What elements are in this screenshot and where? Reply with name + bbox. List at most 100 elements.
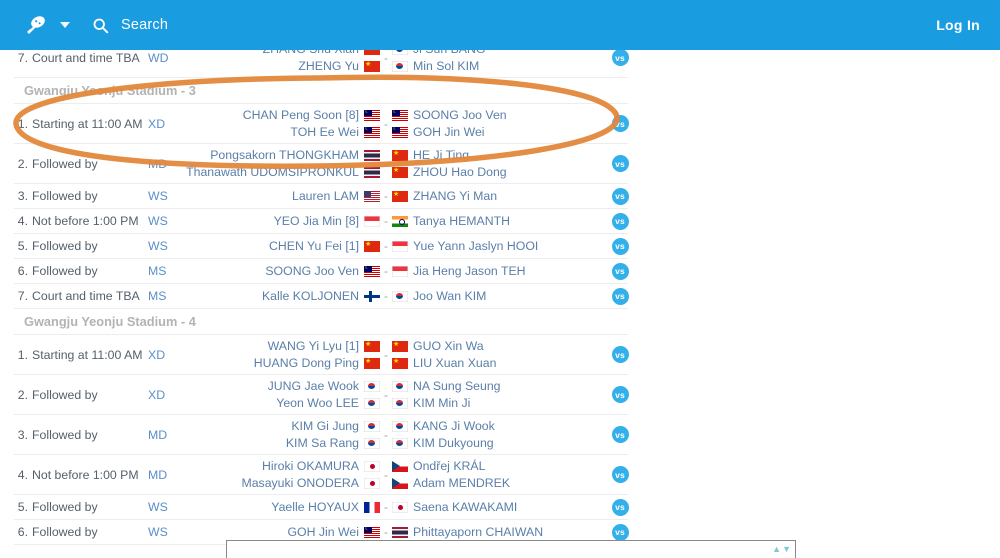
vs-badge-button[interactable]: vs: [611, 386, 629, 403]
match-row[interactable]: 7. Court and time TBA MS Kalle KOLJONEN - Joo…: [14, 284, 629, 309]
player-entry[interactable]: Lauren LAM: [292, 188, 380, 204]
player-entry[interactable]: KIM Min Ji: [392, 395, 470, 411]
match-row[interactable]: 5. Followed by WS Yaelle HOYAUX - Saena KAWAK…: [14, 495, 629, 520]
player-name[interactable]: Pongsakorn THONGKHAM: [210, 147, 359, 163]
player-entry[interactable]: HUANG Dong Ping: [254, 355, 380, 371]
match-row[interactable]: 2. Followed by XD JUNG Jae Wook Yeon Woo LEE…: [14, 375, 629, 415]
player-name[interactable]: Tanya HEMANTH: [413, 213, 510, 229]
match-discipline[interactable]: WS: [148, 525, 184, 539]
player-name[interactable]: Lauren LAM: [292, 188, 359, 204]
player-name[interactable]: LIU Xuan Xuan: [413, 355, 496, 371]
player-entry[interactable]: JUNG Jae Wook: [268, 378, 380, 394]
player-entry[interactable]: Thanawath UDOMSIPRONKUL: [186, 164, 380, 180]
player-entry[interactable]: Tanya HEMANTH: [392, 213, 510, 229]
player-name[interactable]: HUANG Dong Ping: [254, 355, 359, 371]
player-entry[interactable]: Ondřej KRÁL: [392, 458, 485, 474]
match-discipline[interactable]: XD: [148, 388, 184, 402]
vs-badge-button[interactable]: vs: [611, 262, 629, 280]
vs-badge-button[interactable]: vs: [611, 237, 629, 255]
match-discipline[interactable]: MD: [148, 157, 184, 171]
vs-badge-button[interactable]: vs: [611, 187, 629, 205]
match-row[interactable]: 2. Followed by MD Pongsakorn THONGKHAM Thana…: [14, 144, 629, 184]
match-row[interactable]: 4. Not before 1:00 PM WS YEO Jia Min [8] - Ta…: [14, 209, 629, 234]
match-discipline[interactable]: WD: [148, 51, 184, 65]
match-discipline[interactable]: MD: [148, 468, 184, 482]
player-name[interactable]: ZHANG Yi Man: [413, 188, 497, 204]
vs-badge-button[interactable]: vs: [611, 466, 629, 483]
vs-badge-button[interactable]: vs: [611, 155, 629, 172]
vs-badge-button[interactable]: vs: [611, 498, 629, 516]
player-name[interactable]: Yeon Woo LEE: [276, 395, 359, 411]
player-name[interactable]: KIM Sa Rang: [286, 435, 359, 451]
match-discipline[interactable]: WS: [148, 214, 184, 228]
player-entry[interactable]: Pongsakorn THONGKHAM: [210, 147, 380, 163]
player-name[interactable]: Min Sol KIM: [413, 58, 479, 74]
player-name[interactable]: KIM Dukyoung: [413, 435, 494, 451]
match-discipline[interactable]: MS: [148, 289, 184, 303]
player-entry[interactable]: Min Sol KIM: [392, 58, 479, 74]
player-entry[interactable]: Kalle KOLJONEN: [262, 288, 380, 304]
player-entry[interactable]: Phittayaporn CHAIWAN: [392, 524, 543, 540]
player-entry[interactable]: Adam MENDREK: [392, 475, 510, 491]
player-entry[interactable]: CHAN Peng Soon [8]: [243, 107, 380, 123]
match-discipline[interactable]: WS: [148, 189, 184, 203]
player-entry[interactable]: WANG Yi Lyu [1]: [268, 338, 380, 354]
player-name[interactable]: KANG Ji Wook: [413, 418, 495, 434]
player-entry[interactable]: ZHANG Yi Man: [392, 188, 497, 204]
search-icon[interactable]: [92, 17, 109, 34]
search-label[interactable]: Search: [121, 17, 168, 33]
match-row[interactable]: 1.Starting at 11:00 AMXDWANG Yi Lyu [1]H…: [14, 335, 629, 375]
shuttlecock-logo-icon[interactable]: [22, 12, 48, 38]
player-entry[interactable]: KANG Ji Wook: [392, 418, 495, 434]
player-name[interactable]: NA Sung Seung: [413, 378, 501, 394]
match-discipline[interactable]: WS: [148, 239, 184, 253]
vs-badge-button[interactable]: vs: [611, 115, 629, 132]
player-entry[interactable]: Hiroki OKAMURA: [262, 458, 380, 474]
vs-badge-button[interactable]: vs: [611, 49, 629, 66]
vs-badge-button[interactable]: vs: [611, 287, 629, 305]
player-entry[interactable]: KIM Dukyoung: [392, 435, 494, 451]
player-entry[interactable]: GOH Jin Wei: [392, 124, 485, 140]
vs-badge-button[interactable]: vs: [611, 426, 629, 443]
player-name[interactable]: CHEN Yu Fei [1]: [269, 238, 359, 254]
player-name[interactable]: KIM Gi Jung: [291, 418, 359, 434]
player-entry[interactable]: SOONG Joo Ven: [392, 107, 507, 123]
player-name[interactable]: SOONG Joo Ven: [265, 263, 359, 279]
player-entry[interactable]: HE Ji Ting: [392, 147, 469, 163]
player-name[interactable]: KIM Min Ji: [413, 395, 470, 411]
player-name[interactable]: Ondřej KRÁL: [413, 458, 485, 474]
player-name[interactable]: Jia Heng Jason TEH: [413, 263, 526, 279]
player-entry[interactable]: GOH Jin Wei: [287, 524, 380, 540]
player-entry[interactable]: SOONG Joo Ven: [265, 263, 380, 279]
match-row[interactable]: 4. Not before 1:00 PM MD Hiroki OKAMURA Masa…: [14, 455, 629, 495]
player-name[interactable]: SOONG Joo Ven: [413, 107, 507, 123]
player-name[interactable]: Kalle KOLJONEN: [262, 288, 359, 304]
player-entry[interactable]: Yeon Woo LEE: [276, 395, 380, 411]
player-entry[interactable]: YEO Jia Min [8]: [274, 213, 380, 229]
player-name[interactable]: GOH Jin Wei: [287, 524, 359, 540]
match-row[interactable]: 5. Followed by WS CHEN Yu Fei [1] - Yue Yann …: [14, 234, 629, 259]
match-discipline[interactable]: XD: [148, 348, 184, 362]
player-entry[interactable]: Yaelle HOYAUX: [271, 499, 380, 515]
match-row[interactable]: 6. Followed by MS SOONG Joo Ven - Jia Heng Ja…: [14, 259, 629, 284]
vs-badge-button[interactable]: vs: [611, 523, 629, 541]
match-discipline[interactable]: XD: [148, 117, 184, 131]
player-entry[interactable]: CHEN Yu Fei [1]: [269, 238, 380, 254]
vs-badge-button[interactable]: vs: [611, 212, 629, 230]
player-name[interactable]: Yaelle HOYAUX: [271, 499, 359, 515]
player-entry[interactable]: Joo Wan KIM: [392, 288, 486, 304]
player-entry[interactable]: Yue Yann Jaslyn HOOI: [392, 238, 538, 254]
player-entry[interactable]: KIM Gi Jung: [291, 418, 380, 434]
player-name[interactable]: GUO Xin Wa: [413, 338, 484, 354]
player-name[interactable]: YEO Jia Min [8]: [274, 213, 359, 229]
player-entry[interactable]: Jia Heng Jason TEH: [392, 263, 526, 279]
player-name[interactable]: WANG Yi Lyu [1]: [268, 338, 359, 354]
match-discipline[interactable]: WS: [148, 500, 184, 514]
player-name[interactable]: CHAN Peng Soon [8]: [243, 107, 359, 123]
match-row[interactable]: 1. Starting at 11:00 AM XD CHAN Peng Soon […: [14, 104, 629, 144]
match-row[interactable]: 3. Followed by MD KIM Gi Jung KIM Sa Rang - KA…: [14, 415, 629, 455]
player-name[interactable]: TOH Ee Wei: [290, 124, 359, 140]
player-entry[interactable]: ZHENG Yu: [298, 58, 380, 74]
login-button[interactable]: Log In: [936, 17, 980, 33]
player-entry[interactable]: ZHOU Hao Dong: [392, 164, 507, 180]
